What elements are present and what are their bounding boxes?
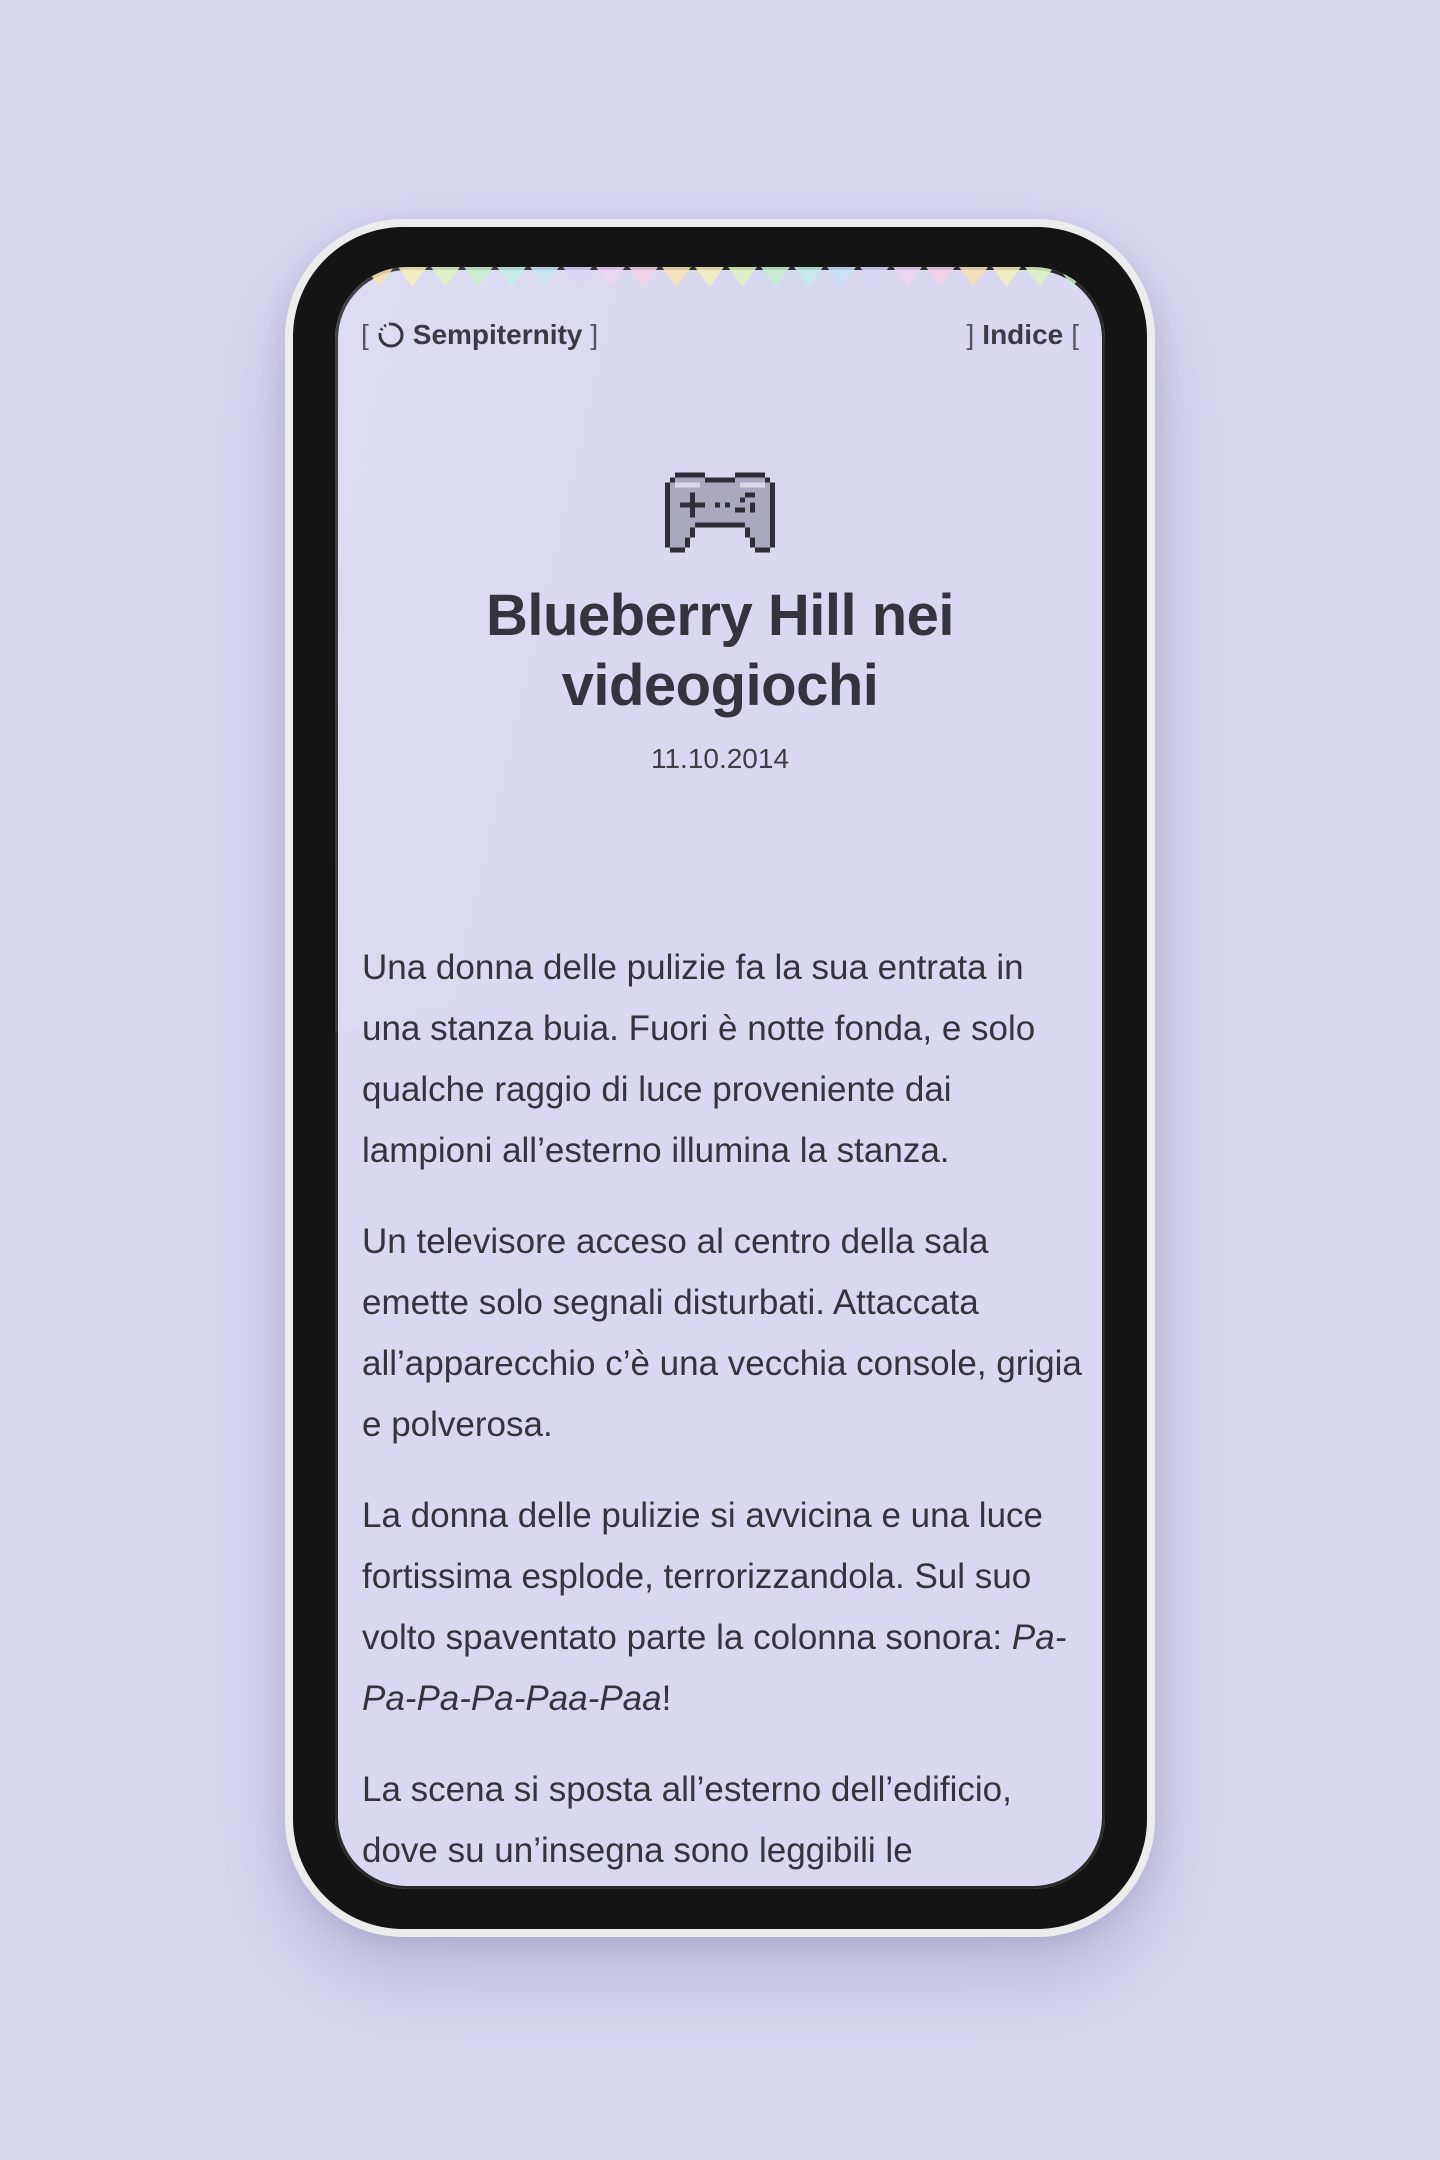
bunting-decoration <box>365 267 1087 287</box>
bunting-flag <box>662 267 691 287</box>
paragraph-4: La scena si sposta all’esterno dell’edif… <box>362 1770 1012 1870</box>
index-bracket-close: [ <box>1071 319 1079 350</box>
index-bracket-open: ] <box>966 319 975 350</box>
bunting-flag <box>398 267 427 287</box>
top-navigation: [ Sempiternity ] ] Indice [ <box>361 315 1079 355</box>
bunting-flag <box>992 267 1021 287</box>
bunting-flag <box>497 267 526 287</box>
bunting-flag <box>1025 267 1054 287</box>
bunting-flag <box>629 267 658 287</box>
brand-bracket-close: ] <box>590 319 599 350</box>
post-header: Blueberry Hill nei videogiochi 11.10.201… <box>335 467 1105 775</box>
paragraph-3: La donna delle pulizie si avvicina e una… <box>362 1485 1085 1729</box>
bunting-flag <box>959 267 988 287</box>
bunting-flag <box>563 267 592 287</box>
bunting-flag <box>464 267 493 287</box>
bunting-flag <box>1058 267 1087 287</box>
brand-bracket-open: [ <box>361 319 369 350</box>
gamepad-icon <box>665 472 775 553</box>
post-date: 11.10.2014 <box>650 743 790 774</box>
bunting-flag <box>596 267 625 287</box>
bunting-flag <box>860 267 889 287</box>
post-title: Blueberry Hill nei videogiochi <box>485 583 955 718</box>
post-body: Una donna delle pulizie fa la sua entrat… <box>362 937 1085 1889</box>
phone-bezel: [ Sempiternity ] ] Indice [Blueberry Hi… <box>293 227 1147 1929</box>
bunting-flag <box>926 267 955 287</box>
bunting-flag <box>431 267 460 287</box>
paragraph-3-text: La donna delle pulizie si avvicina e una… <box>362 1496 1044 1657</box>
bunting-flag <box>827 267 856 287</box>
brand-link[interactable]: [ Sempiternity ] <box>361 319 598 351</box>
phone-frame: [ Sempiternity ] ] Indice [Blueberry Hi… <box>285 219 1155 1937</box>
bunting-flag <box>728 267 757 287</box>
phone-screen: [ Sempiternity ] ] Indice [Blueberry Hi… <box>335 267 1105 1889</box>
paragraph-2: Un televisore acceso al centro della sal… <box>362 1222 1082 1444</box>
bunting-flag <box>365 267 394 287</box>
bunting-flag <box>530 267 559 287</box>
bunting-flag <box>794 267 823 287</box>
paragraph-1: Una donna delle pulizie fa la sua entrat… <box>362 948 1036 1170</box>
index-label: Indice <box>982 319 1064 350</box>
paragraph-3-end: ! <box>661 1679 672 1718</box>
bunting-flag <box>893 267 922 287</box>
index-link[interactable]: ] Indice [ <box>967 319 1079 351</box>
bunting-flag <box>695 267 724 287</box>
brand-name: Sempiternity <box>412 319 583 350</box>
spinner-icon <box>378 322 404 348</box>
bunting-flag <box>761 267 790 287</box>
